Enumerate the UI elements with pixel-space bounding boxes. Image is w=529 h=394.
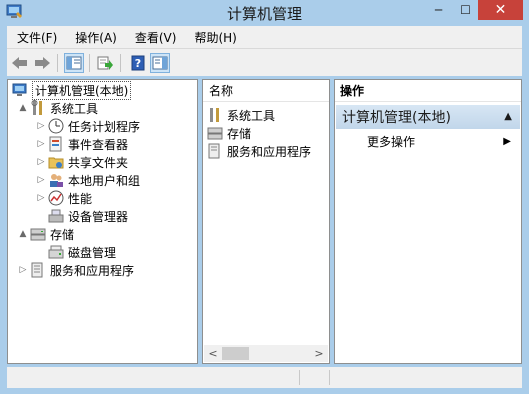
show-hide-console-tree-button[interactable] [64, 53, 84, 73]
status-bar [7, 367, 522, 388]
expand-arrow-icon[interactable]: ▷ [36, 157, 46, 167]
storage-icon [30, 226, 46, 242]
show-hide-action-pane-button[interactable] [150, 53, 170, 73]
expand-arrow-icon[interactable]: ▷ [18, 265, 28, 275]
list-item[interactable]: 系统工具 [205, 106, 275, 124]
performance-icon [48, 190, 64, 206]
scrollbar-thumb[interactable] [222, 347, 249, 360]
tree-item-local-users-groups[interactable]: ▷ 本地用户和组 [36, 171, 140, 189]
expand-arrow-icon[interactable]: ▷ [36, 193, 46, 203]
submenu-arrow-icon: ▶ [503, 135, 511, 147]
tree-item-label: 计算机管理(本地) [32, 80, 132, 100]
actions-section-computer-management[interactable]: 计算机管理(本地) ▲ [336, 105, 520, 129]
console-tree-icon [66, 56, 82, 70]
toolbar-separator [89, 54, 90, 72]
menu-file[interactable]: 文件(F) [7, 29, 65, 46]
menu-action[interactable]: 操作(A) [65, 29, 125, 46]
collapse-up-icon[interactable]: ▲ [504, 111, 512, 122]
minimize-button[interactable]: ─ [425, 0, 452, 20]
maximize-button[interactable]: ☐ [452, 0, 479, 20]
tree-item-services-applications[interactable]: ▷ 服务和应用程序 [18, 261, 134, 279]
tools-icon [30, 100, 46, 116]
results-list-pane[interactable]: 名称 系统工具 存储 服务和应用程序 < > [202, 79, 330, 364]
console-tree-pane[interactable]: 计算机管理(本地) ▲ 系统工具 ▷ 任务计划程序 ▷ 事件查看器 ▷ 共享文件… [7, 79, 198, 364]
help-button[interactable]: ? [128, 53, 148, 73]
storage-icon [207, 125, 223, 141]
users-icon [48, 172, 64, 188]
list-item-label: 系统工具 [227, 108, 276, 123]
tree-item-label: 设备管理器 [68, 209, 129, 224]
title-bar[interactable]: 计算机管理 ─ ☐ ✕ [0, 0, 529, 25]
tree-item-label: 系统工具 [50, 101, 99, 116]
menu-help[interactable]: 帮助(H) [184, 29, 244, 46]
tree-item-label: 性能 [68, 191, 93, 206]
list-item[interactable]: 服务和应用程序 [205, 142, 311, 160]
toolbar-separator [120, 54, 121, 72]
back-arrow-icon [12, 57, 27, 69]
tree-item-label: 存储 [50, 227, 75, 242]
event-viewer-icon [48, 136, 64, 152]
expand-arrow-icon[interactable]: ▷ [36, 121, 46, 131]
actions-header: 操作 [335, 80, 521, 102]
menu-bar: 文件(F) 操作(A) 查看(V) 帮助(H) [7, 26, 522, 48]
column-header-name[interactable]: 名称 [203, 80, 329, 102]
forward-arrow-icon [35, 57, 50, 69]
export-list-button[interactable] [95, 53, 115, 73]
export-list-icon [97, 56, 113, 70]
status-separator [299, 370, 300, 385]
list-item[interactable]: 存储 [205, 124, 251, 142]
more-actions-label: 更多操作 [367, 134, 416, 149]
expand-arrow-icon[interactable]: ▷ [36, 175, 46, 185]
tools-icon [207, 107, 223, 123]
disk-icon [48, 244, 64, 260]
toolbar-separator [57, 54, 58, 72]
forward-button[interactable] [32, 53, 52, 73]
tree-item-task-scheduler[interactable]: ▷ 任务计划程序 [36, 117, 140, 135]
tree-item-storage[interactable]: ▲ 存储 [18, 225, 74, 243]
tree-item-disk-management[interactable]: 磁盘管理 [46, 243, 116, 261]
menu-view[interactable]: 查看(V) [125, 29, 185, 46]
list-item-label: 服务和应用程序 [227, 144, 312, 159]
actions-section-title: 计算机管理(本地) [342, 110, 451, 126]
device-manager-icon [48, 208, 64, 224]
tree-item-performance[interactable]: ▷ 性能 [36, 189, 92, 207]
help-book-icon: ? [131, 55, 145, 71]
clock-icon [48, 118, 64, 134]
tree-item-event-viewer[interactable]: ▷ 事件查看器 [36, 135, 128, 153]
tree-item-label: 服务和应用程序 [50, 263, 135, 278]
tree-item-label: 共享文件夹 [68, 155, 129, 170]
shared-folder-icon [48, 154, 64, 170]
back-button[interactable] [10, 53, 30, 73]
services-icon [207, 143, 223, 159]
scroll-left-button[interactable]: < [206, 346, 220, 361]
more-actions-item[interactable]: 更多操作 ▶ [367, 132, 517, 150]
action-pane-icon [152, 56, 168, 70]
tree-item-label: 任务计划程序 [68, 119, 141, 134]
close-button[interactable]: ✕ [478, 0, 523, 20]
actions-pane: 操作 计算机管理(本地) ▲ 更多操作 ▶ [334, 79, 522, 364]
services-icon [30, 262, 46, 278]
collapse-arrow-icon[interactable]: ▲ [18, 103, 28, 113]
tree-item-device-manager[interactable]: 设备管理器 [46, 207, 128, 225]
svg-text:?: ? [135, 57, 141, 70]
toolbar: ? [7, 48, 522, 76]
horizontal-scrollbar[interactable]: < > [204, 345, 328, 362]
tree-item-label: 本地用户和组 [68, 173, 141, 188]
tree-item-shared-folders[interactable]: ▷ 共享文件夹 [36, 153, 128, 171]
computer-management-icon [12, 82, 28, 98]
list-item-label: 存储 [227, 126, 252, 141]
tree-item-system-tools[interactable]: ▲ 系统工具 [18, 99, 98, 117]
scroll-right-button[interactable]: > [312, 346, 326, 361]
tree-item-computer-management[interactable]: 计算机管理(本地) [10, 80, 132, 100]
computer-management-window: 计算机管理 ─ ☐ ✕ 文件(F) 操作(A) 查看(V) 帮助(H) ? 计算… [0, 0, 529, 394]
collapse-arrow-icon[interactable]: ▲ [18, 229, 28, 239]
tree-item-label: 事件查看器 [68, 137, 129, 152]
expand-arrow-icon[interactable]: ▷ [36, 139, 46, 149]
status-separator [329, 370, 330, 385]
tree-item-label: 磁盘管理 [68, 245, 117, 260]
